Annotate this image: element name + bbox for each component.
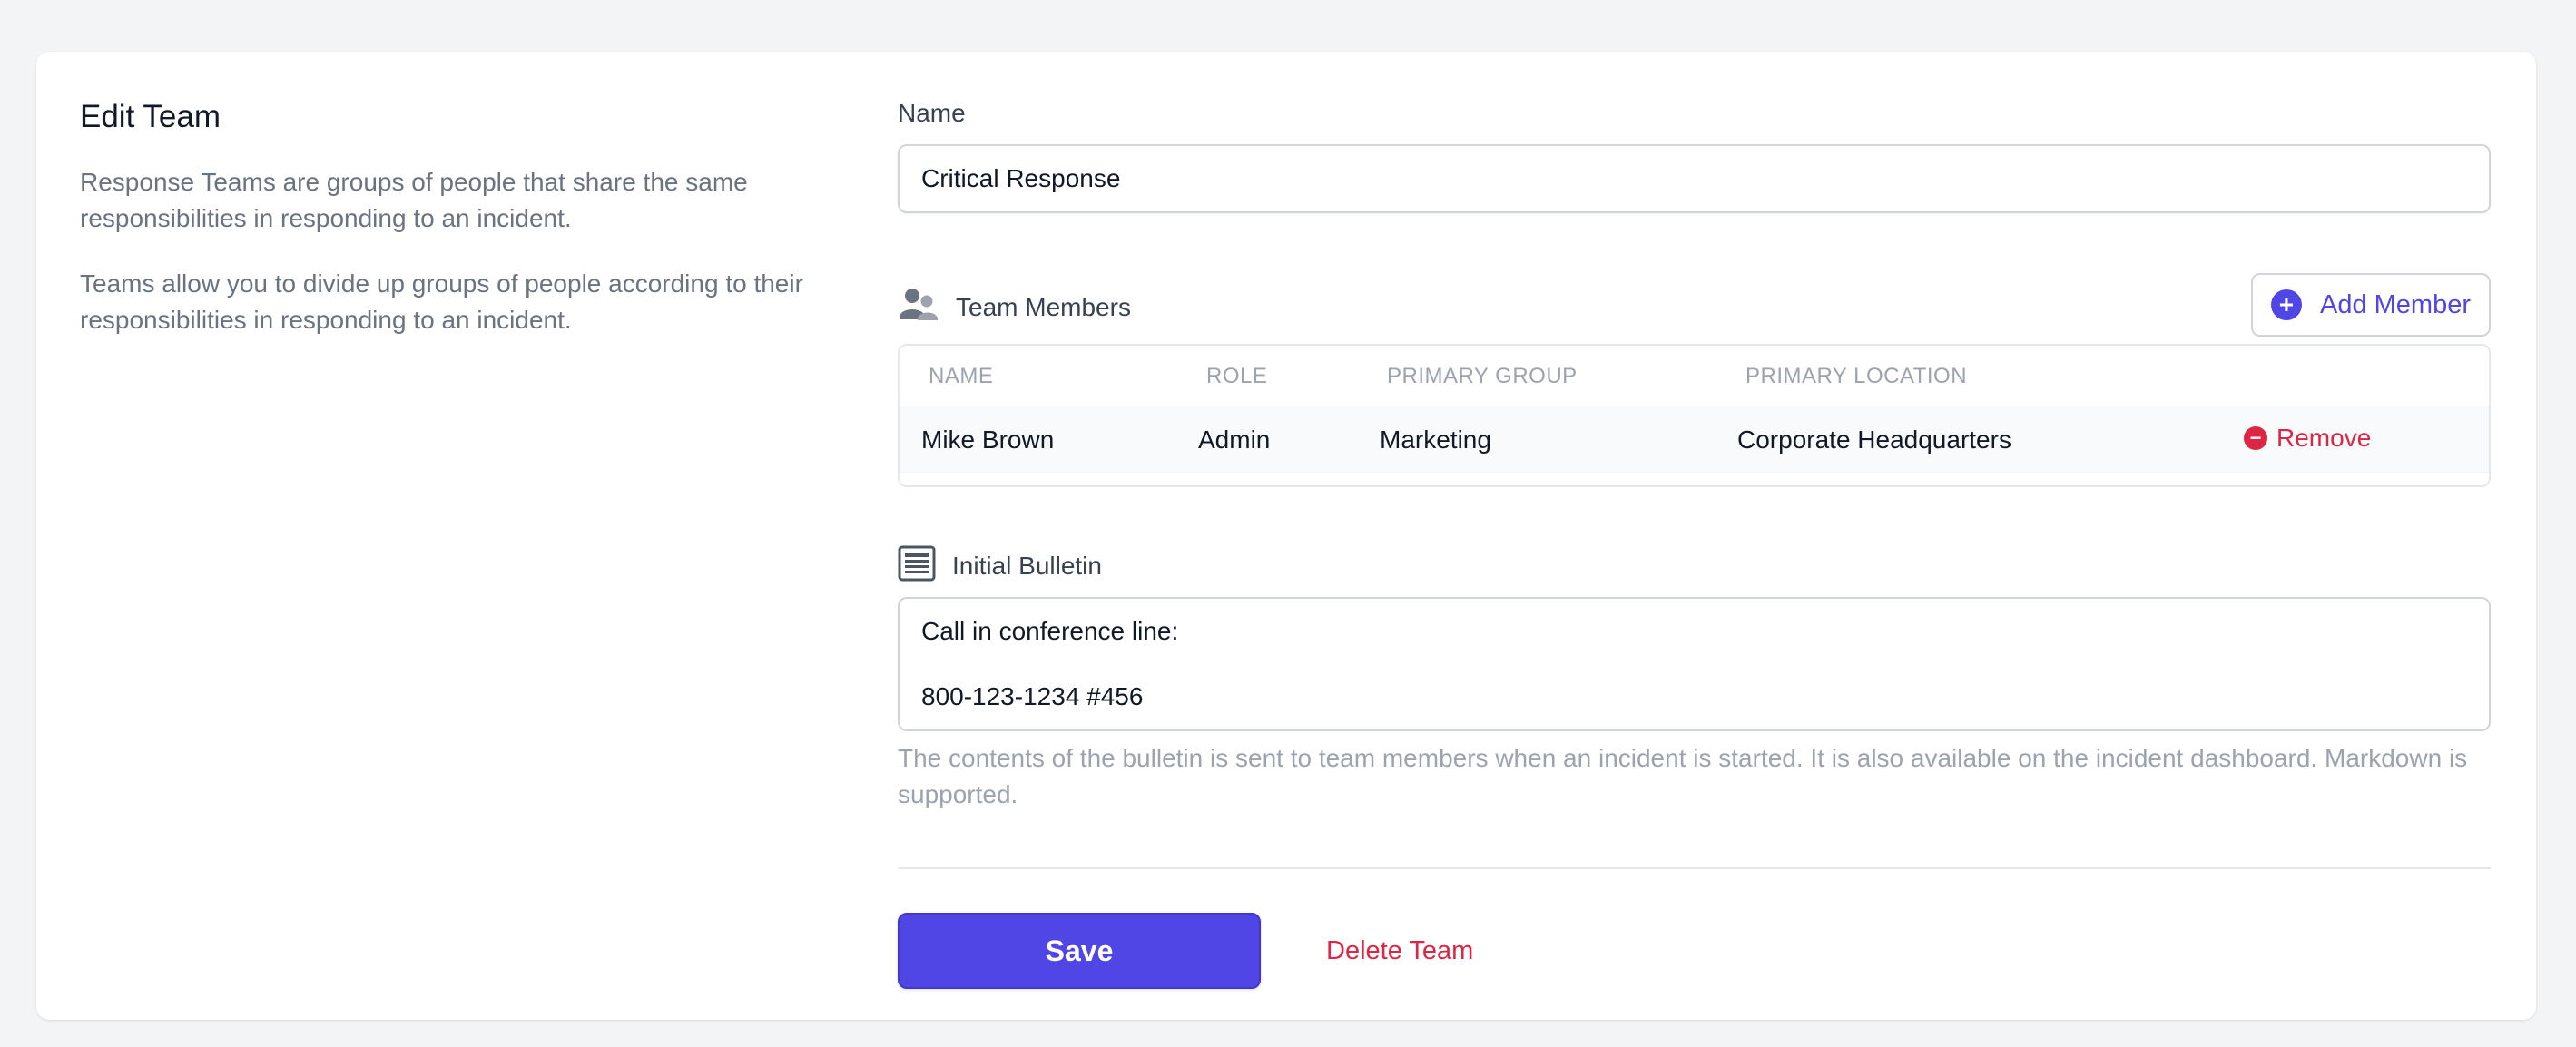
column-header-name: NAME <box>929 364 994 388</box>
column-header-location: PRIMARY LOCATION <box>1745 364 1968 388</box>
team-members-title: Team Members <box>898 287 1131 328</box>
team-form: Name Critical Response Team Members + Ad… <box>898 97 2491 989</box>
name-label: Name <box>898 99 966 127</box>
description-paragraph: Teams allow you to divide up groups of p… <box>80 269 803 334</box>
column-header-group: PRIMARY GROUP <box>1387 364 1578 388</box>
form-actions: Save Delete Team <box>898 913 2491 989</box>
add-member-label: Add Member <box>2319 289 2471 319</box>
member-name: Mike Brown <box>921 426 1055 454</box>
team-members-header: Team Members + Add Member <box>898 273 2491 337</box>
delete-team-button[interactable]: Delete Team <box>1326 936 1473 966</box>
remove-label: Remove <box>2276 424 2372 452</box>
divider <box>898 867 2491 869</box>
bulletin-textarea[interactable]: Call in conference line: 800-123-1234 #4… <box>898 597 2491 731</box>
initial-bulletin-label: Initial Bulletin <box>952 551 1102 580</box>
team-description-panel: Edit Team Response Teams are groups of p… <box>80 97 860 367</box>
add-member-button[interactable]: + Add Member <box>2250 273 2491 337</box>
bulletin-line <box>921 648 2467 680</box>
team-members-label: Team Members <box>956 292 1131 321</box>
bulletin-line: 800-123-1234 #456 <box>921 682 1144 710</box>
initial-bulletin-header: Initial Bulletin <box>898 545 2491 586</box>
remove-member-button[interactable]: − Remove <box>2244 424 2371 453</box>
column-header-role: ROLE <box>1206 364 1268 388</box>
edit-team-card: Edit Team Response Teams are groups of p… <box>36 52 2536 1020</box>
table-header: NAME ROLE PRIMARY GROUP PRIMARY LOCATION <box>900 346 2489 406</box>
plus-circle-icon: + <box>2270 289 2302 320</box>
users-icon <box>898 287 939 328</box>
members-table: NAME ROLE PRIMARY GROUP PRIMARY LOCATION… <box>898 344 2491 487</box>
save-button[interactable]: Save <box>898 913 1261 989</box>
team-name-input[interactable]: Critical Response <box>898 144 2491 213</box>
table-row: Mike Brown Admin Marketing Corporate Hea… <box>900 406 2489 473</box>
bulletin-line: Call in conference line: <box>921 617 1179 645</box>
member-role: Admin <box>1198 426 1271 454</box>
member-location: Corporate Headquarters <box>1737 426 2011 454</box>
newspaper-icon <box>898 545 936 586</box>
description-paragraph: Response Teams are groups of people that… <box>80 168 748 232</box>
bulletin-help-text: The contents of the bulletin is sent to … <box>898 744 2468 808</box>
member-group: Marketing <box>1380 426 1491 454</box>
minus-circle-icon: − <box>2244 426 2267 450</box>
page-title: Edit Team <box>80 99 221 134</box>
